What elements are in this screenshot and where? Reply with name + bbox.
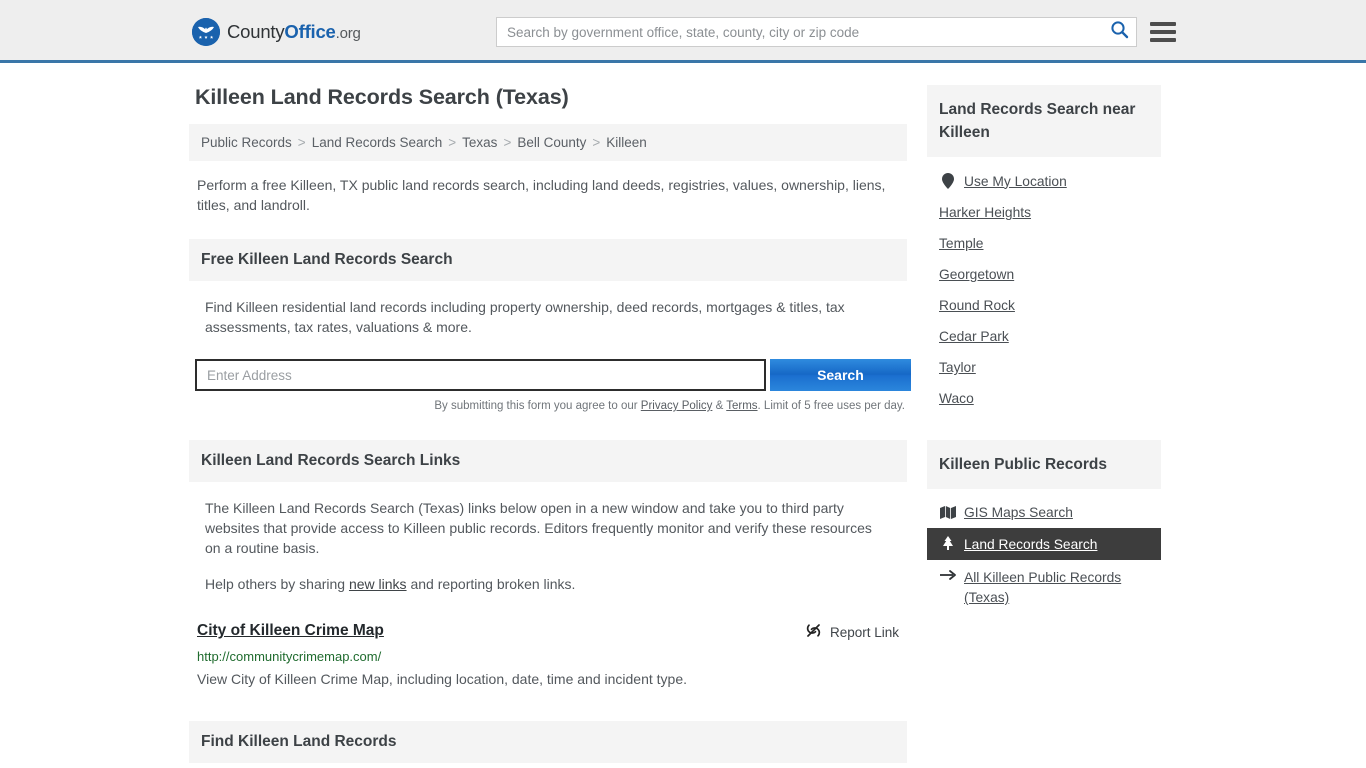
breadcrumb-separator: > <box>592 135 601 150</box>
fineprint-amp: & <box>712 400 727 412</box>
link-result-url[interactable]: http://communitycrimemap.com/ <box>189 649 907 664</box>
breadcrumb-separator: > <box>503 135 512 150</box>
global-search-bar[interactable] <box>496 17 1137 47</box>
tree-icon <box>939 536 956 552</box>
sidebar-public-records-block: Killeen Public Records GIS Maps Search L… <box>927 440 1161 616</box>
new-links-link[interactable]: new links <box>349 576 407 592</box>
sidebar-item-label: Round Rock <box>939 298 1015 313</box>
logo-text-county: County <box>227 21 285 42</box>
sidebar: Land Records Search near Killeen Use My … <box>927 85 1161 768</box>
sidebar-item-land-records-search[interactable]: Land Records Search <box>927 528 1161 560</box>
main-content: Killeen Land Records Search (Texas) Publ… <box>189 85 911 768</box>
breadcrumb-item-land-records-search[interactable]: Land Records Search <box>312 135 443 150</box>
report-link-button[interactable]: Report Link <box>805 622 899 642</box>
sidebar-public-records-list: GIS Maps Search Land Records Search All … <box>927 489 1161 616</box>
sidebar-item-label: Georgetown <box>939 267 1015 282</box>
address-search-button[interactable]: Search <box>769 359 911 391</box>
site-logo[interactable]: CountyOffice.org <box>192 18 361 46</box>
sidebar-item-all-killeen-public-records[interactable]: All Killeen Public Records (Texas) <box>927 560 1161 616</box>
sidebar-item-label: Temple <box>939 236 984 251</box>
breadcrumb-item-killeen[interactable]: Killeen <box>606 135 647 150</box>
breadcrumb-item-texas[interactable]: Texas <box>462 135 497 150</box>
sidebar-item-round-rock[interactable]: Round Rock <box>927 290 1161 321</box>
report-link-label: Report Link <box>829 624 899 640</box>
arrow-right-icon <box>939 568 956 582</box>
help-post-text: and reporting broken links. <box>406 576 576 592</box>
logo-text-office: Office <box>284 21 336 42</box>
sidebar-public-records-heading: Killeen Public Records <box>927 440 1161 489</box>
search-button[interactable] <box>1102 18 1136 46</box>
sidebar-item-harker-heights[interactable]: Harker Heights <box>927 197 1161 228</box>
page-title: Killeen Land Records Search (Texas) <box>195 85 569 109</box>
fineprint-pre: By submitting this form you agree to our <box>434 400 641 412</box>
map-icon <box>939 506 956 519</box>
sidebar-item-label: Harker Heights <box>939 205 1032 220</box>
logo-wordmark: CountyOffice.org <box>227 21 361 43</box>
broken-link-icon <box>805 622 822 642</box>
help-pre-text: Help others by sharing <box>205 576 349 592</box>
links-section-heading: Killeen Land Records Search Links <box>189 440 907 482</box>
sidebar-near-heading: Land Records Search near Killeen <box>927 85 1161 157</box>
sidebar-item-label: GIS Maps Search <box>964 505 1073 520</box>
link-result-description: View City of Killeen Crime Map, includin… <box>197 671 687 687</box>
link-result-title[interactable]: City of Killeen Crime Map <box>197 622 384 640</box>
terms-link[interactable]: Terms <box>726 400 757 412</box>
hamburger-menu-icon[interactable] <box>1150 19 1176 45</box>
sidebar-item-label: All Killeen Public Records (Texas) <box>964 570 1122 605</box>
address-input[interactable] <box>195 359 766 391</box>
free-search-description: Find Killeen residential land records in… <box>205 299 845 335</box>
page-body: Killeen Land Records Search (Texas) Publ… <box>0 63 1366 768</box>
map-pin-icon <box>939 173 956 189</box>
privacy-policy-link[interactable]: Privacy Policy <box>641 400 713 412</box>
sidebar-item-label: Waco <box>939 391 974 406</box>
links-section-help: Help others by sharing new links and rep… <box>197 574 899 594</box>
breadcrumb-item-public-records[interactable]: Public Records <box>201 135 292 150</box>
sidebar-item-use-my-location[interactable]: Use My Location <box>927 165 1161 197</box>
sidebar-item-label: Land Records Search <box>964 536 1098 552</box>
address-search-form: Search <box>195 359 911 391</box>
logo-text-org: .org <box>335 25 361 42</box>
sidebar-near-list: Use My Location Harker Heights Temple Ge… <box>927 157 1161 414</box>
sidebar-item-waco[interactable]: Waco <box>927 383 1161 414</box>
free-search-heading: Free Killeen Land Records Search <box>189 239 907 281</box>
sidebar-item-label: Taylor <box>939 360 976 375</box>
links-section-paragraph: The Killeen Land Records Search (Texas) … <box>205 500 872 556</box>
breadcrumb-separator: > <box>297 135 306 150</box>
sidebar-item-taylor[interactable]: Taylor <box>927 352 1161 383</box>
sidebar-item-cedar-park[interactable]: Cedar Park <box>927 321 1161 352</box>
eagle-shield-icon <box>192 18 220 46</box>
breadcrumb-separator: > <box>448 135 457 150</box>
breadcrumb: Public Records > Land Records Search > Texas… <box>189 124 907 161</box>
link-result-row: City of Killeen Crime Map Report Link <box>189 622 907 642</box>
sidebar-item-label: Cedar Park <box>939 329 1009 344</box>
form-fineprint: By submitting this form you agree to our… <box>189 400 907 412</box>
sidebar-item-label: Use My Location <box>964 173 1067 189</box>
site-header: CountyOffice.org <box>0 0 1366 63</box>
sidebar-item-temple[interactable]: Temple <box>927 228 1161 259</box>
page-intro-text: Perform a free Killeen, TX public land r… <box>197 177 886 213</box>
fineprint-post: . Limit of 5 free uses per day. <box>757 400 905 412</box>
search-input[interactable] <box>497 18 1102 46</box>
sidebar-item-gis-maps-search[interactable]: GIS Maps Search <box>927 497 1161 528</box>
find-section-heading: Find Killeen Land Records <box>189 721 907 763</box>
sidebar-item-georgetown[interactable]: Georgetown <box>927 259 1161 290</box>
breadcrumb-item-bell-county[interactable]: Bell County <box>517 135 586 150</box>
magnifier-icon <box>1110 20 1129 44</box>
